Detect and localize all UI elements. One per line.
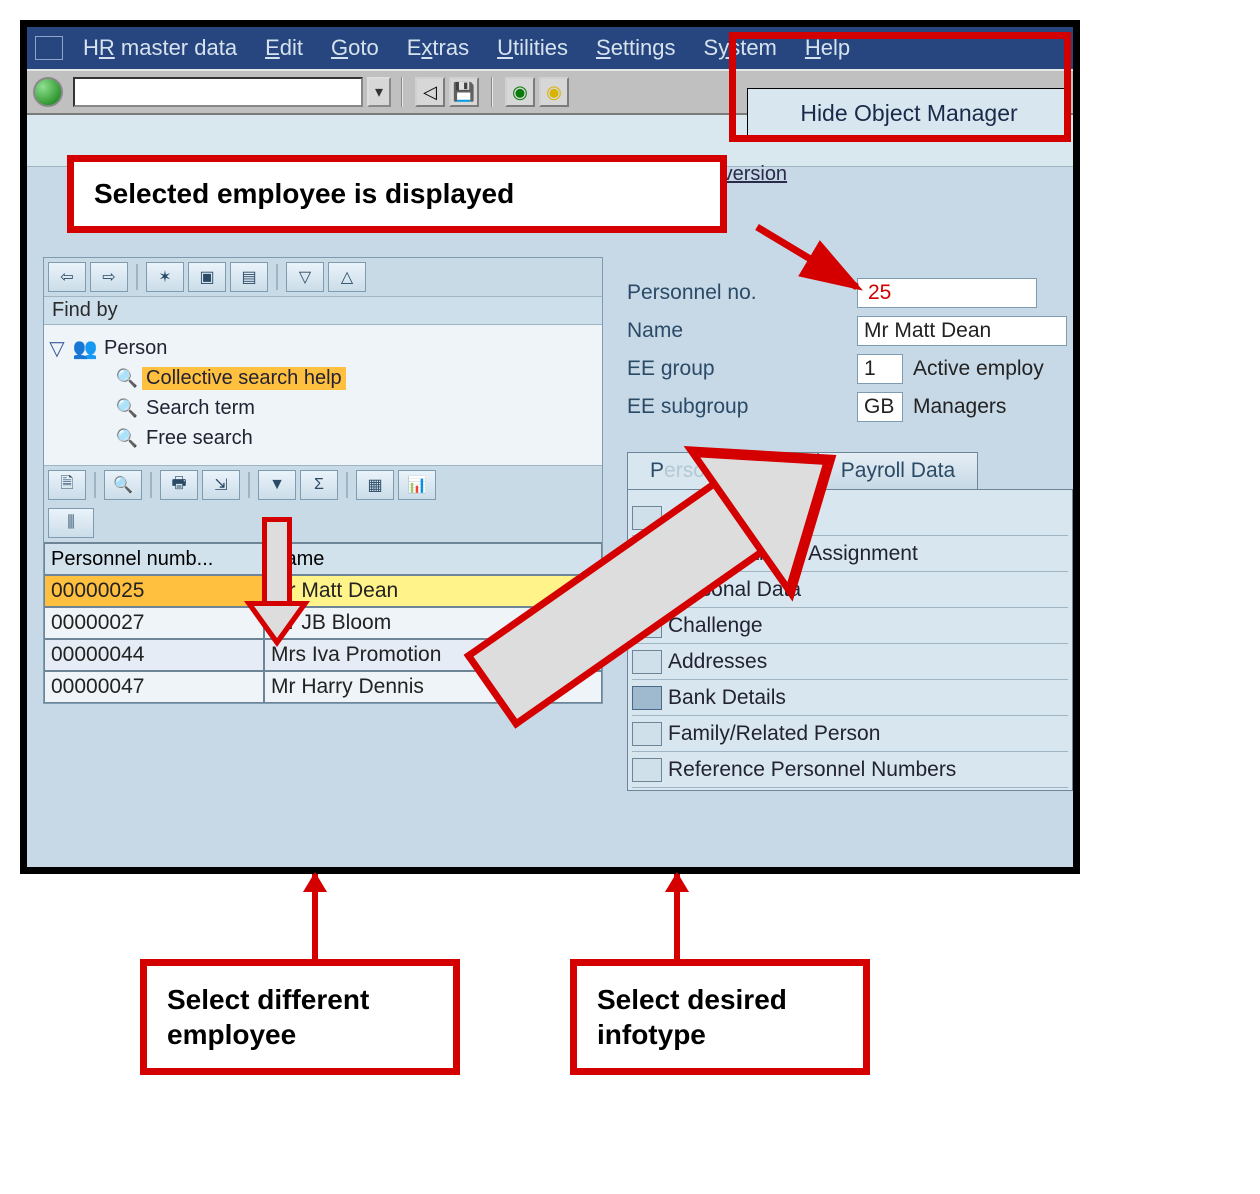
collapse-icon[interactable]: ▤ [230,262,268,292]
ee-group-text: Active employ [913,357,1044,381]
person-icon: 👥 [70,336,100,361]
annotation-arrow-down [247,517,307,667]
annotation-select-different: Select different employee [140,959,460,1075]
back-icon[interactable]: ◁ [415,77,445,107]
menu-hr[interactable]: HR master data [83,35,237,61]
details-icon[interactable]: 🗎 [48,470,86,500]
annotation-select-infotype: Select desired infotype [570,959,870,1075]
sort-desc-icon[interactable]: △ [328,262,366,292]
binoculars-icon: 🔍 [112,368,142,389]
arrow-up-icon [303,872,327,892]
annotation-selected-employee: Selected employee is displayed [67,155,727,233]
sap-window: HR master data Edit Goto Extras Utilitie… [27,27,1073,867]
tree-free-search[interactable]: 🔍 Free search [48,423,598,453]
binoculars-icon: 🔍 [112,398,142,419]
list-item[interactable]: Reference Personnel Numbers [632,752,1068,788]
filter-icon[interactable]: ▼ [258,470,296,500]
find-icon[interactable]: 🔍 [104,470,142,500]
window-icon [35,36,63,60]
chart-icon[interactable]: 📊 [398,470,436,500]
tree-search-term[interactable]: 🔍 Search term [48,393,598,423]
sort-asc-icon[interactable]: ▽ [286,262,324,292]
menu-edit[interactable]: Edit [265,35,303,61]
hide-object-manager-menuitem[interactable]: Hide Object Manager [747,88,1071,138]
nav-next-icon[interactable]: ⇨ [90,262,128,292]
command-field[interactable] [73,77,363,107]
find-by-heading: Find by [44,297,602,325]
nav-exit-yellow-icon[interactable]: ◉ [539,77,569,107]
menu-system[interactable]: System [704,35,777,61]
menu-goto[interactable]: Goto [331,35,379,61]
save-icon[interactable]: 💾 [449,77,479,107]
nav-prev-icon[interactable]: ⇦ [48,262,86,292]
enter-icon[interactable] [33,77,63,107]
binoculars-icon: 🔍 [112,428,142,449]
export-icon[interactable]: ⇲ [202,470,240,500]
menu-settings[interactable]: Settings [596,35,676,61]
menu-help[interactable]: Help [805,35,850,61]
command-history-dropdown[interactable]: ▾ [367,77,391,107]
name-field: Mr Matt Dean [857,316,1067,346]
nav-back-green-icon[interactable]: ◉ [505,77,535,107]
create-icon[interactable]: ✶ [146,262,184,292]
col-personnel-number[interactable]: Personnel numb... [44,543,264,575]
object-manager-toolbar: ⇦ ⇨ ✶ ▣ ▤ ▽ △ [44,258,602,297]
tree-collective-search[interactable]: 🔍 Collective search help [48,363,598,393]
ee-group-code[interactable]: 1 [857,354,903,384]
sum-icon[interactable]: Σ [300,470,338,500]
menu-extras[interactable]: Extras [407,35,469,61]
print-icon[interactable]: 🖶 [160,470,198,500]
columns-icon[interactable]: ⫼ [48,508,94,538]
ee-subgroup-text: Managers [913,395,1006,419]
tree-person[interactable]: ▽ 👥 Person [48,333,598,363]
expand-icon[interactable]: ▣ [188,262,226,292]
arrow-up-icon [665,872,689,892]
layout-icon[interactable]: ▦ [356,470,394,500]
menu-utilities[interactable]: Utilities [497,35,568,61]
find-by-tree: ▽ 👥 Person 🔍 Collective search help 🔍 Se… [44,325,602,465]
menubar: HR master data Edit Goto Extras Utilitie… [27,27,1073,69]
annotation-arrow-to-personnel-no [757,227,877,297]
